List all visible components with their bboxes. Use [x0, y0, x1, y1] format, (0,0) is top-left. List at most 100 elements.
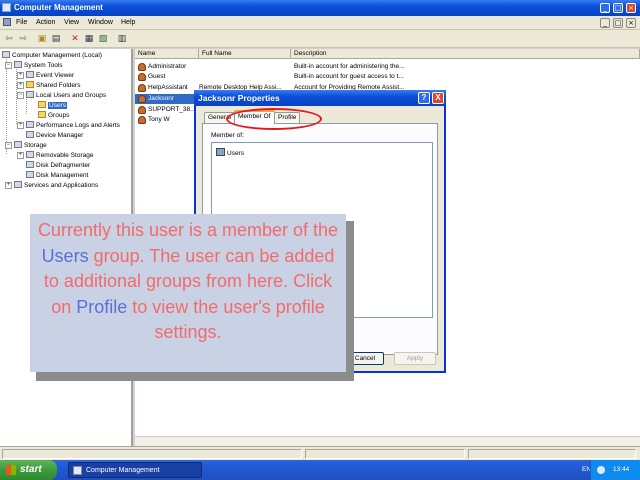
- users-groups-icon: [26, 91, 34, 98]
- tools-icon: [14, 61, 22, 68]
- forward-arrow-icon[interactable]: ⇨: [18, 34, 28, 44]
- expand-icon[interactable]: +: [17, 72, 24, 79]
- dialog-title-bar[interactable]: Jacksonr Properties: [194, 90, 446, 106]
- annotation-circle: [226, 108, 322, 130]
- menu-bar: File Action View Window Help _ □ ×: [0, 16, 640, 30]
- tree-event-viewer[interactable]: + Event Viewer: [17, 71, 74, 80]
- menu-window[interactable]: Window: [88, 19, 113, 26]
- removable-storage-icon: [26, 151, 34, 158]
- menu-file[interactable]: File: [16, 19, 27, 26]
- minimize-button[interactable]: _: [600, 3, 610, 13]
- status-pane-3: [468, 449, 636, 459]
- collapse-icon[interactable]: −: [17, 92, 24, 99]
- computer-icon: [2, 51, 10, 58]
- folder-icon: [38, 111, 46, 118]
- tree-local-users-groups[interactable]: − Local Users and Groups: [17, 91, 106, 100]
- tree-users[interactable]: Users: [38, 101, 67, 110]
- apply-button[interactable]: Apply: [394, 352, 436, 365]
- tree-groups[interactable]: Groups: [38, 111, 69, 120]
- member-of-label: Member of:: [211, 132, 244, 139]
- taskbar: start Computer Management EN 13:44: [0, 460, 640, 480]
- mdi-restore-button[interactable]: □: [613, 18, 623, 28]
- start-button[interactable]: start: [0, 460, 57, 480]
- disk-management-icon: [26, 171, 34, 178]
- collapse-icon[interactable]: −: [5, 62, 12, 69]
- show-tree-icon[interactable]: ▤: [51, 34, 61, 44]
- column-header-name[interactable]: Name: [135, 49, 199, 59]
- mdi-close-button[interactable]: ×: [626, 18, 636, 28]
- horizontal-scrollbar[interactable]: [135, 436, 640, 446]
- shared-folder-icon: [26, 81, 34, 88]
- expand-icon[interactable]: +: [17, 82, 24, 89]
- speaker-icon[interactable]: [597, 466, 605, 474]
- close-button[interactable]: ×: [626, 3, 636, 13]
- computer-management-app-icon: [2, 3, 11, 12]
- callout-text: Currently this user is a member of the U…: [37, 220, 339, 342]
- tree-shared-folders[interactable]: + Shared Folders: [17, 81, 80, 90]
- clock: 13:44: [613, 466, 630, 473]
- mdi-minimize-button[interactable]: _: [600, 18, 610, 28]
- user-icon: [138, 73, 146, 81]
- list-item[interactable]: Users: [216, 148, 244, 157]
- delete-icon[interactable]: ✕: [70, 34, 80, 44]
- event-viewer-icon: [26, 71, 34, 78]
- tree-storage[interactable]: − Storage: [5, 141, 47, 150]
- column-header-description[interactable]: Description: [291, 49, 640, 59]
- expand-icon[interactable]: +: [5, 182, 12, 189]
- window-title: Computer Management: [14, 3, 103, 12]
- mdi-window-icon[interactable]: [3, 18, 11, 26]
- callout-users-highlight: Users: [41, 245, 89, 266]
- export-icon[interactable]: ▥: [117, 34, 127, 44]
- services-icon: [14, 181, 22, 188]
- tree-device-manager[interactable]: Device Manager: [26, 131, 83, 140]
- dialog-help-button[interactable]: ?: [418, 92, 430, 104]
- performance-icon: [26, 121, 34, 128]
- toolbar: ⇦ ⇨ ▣ ▤ ✕ ▦ ▧ ▥: [0, 30, 640, 48]
- maximize-button[interactable]: □: [613, 3, 623, 13]
- group-icon: [216, 148, 225, 156]
- computer-management-app-icon: [73, 466, 82, 475]
- status-pane-1: [2, 449, 302, 459]
- tree-disk-defragmenter[interactable]: Disk Defragmenter: [26, 161, 90, 170]
- back-arrow-icon[interactable]: ⇦: [4, 34, 14, 44]
- main-title-bar[interactable]: Computer Management _ □ ×: [0, 0, 640, 16]
- table-row[interactable]: Guest Built-in account for guest access t…: [135, 72, 435, 82]
- expand-icon[interactable]: +: [17, 122, 24, 129]
- refresh-icon[interactable]: ▧: [98, 34, 108, 44]
- menu-action[interactable]: Action: [36, 19, 55, 26]
- up-folder-icon[interactable]: ▣: [37, 34, 47, 44]
- folder-icon: [38, 101, 46, 108]
- storage-icon: [14, 141, 22, 148]
- tree-root[interactable]: Computer Management (Local): [2, 51, 102, 60]
- group-name: Users: [227, 150, 244, 157]
- dialog-close-button[interactable]: X: [432, 92, 444, 104]
- tree-services-applications[interactable]: + Services and Applications: [5, 181, 98, 190]
- menu-view[interactable]: View: [64, 19, 79, 26]
- table-row-selected[interactable]: Jacksonr: [135, 94, 195, 104]
- disabled-user-icon: [138, 106, 146, 114]
- device-manager-icon: [26, 131, 34, 138]
- tree-system-tools[interactable]: − System Tools: [5, 61, 63, 70]
- expand-icon[interactable]: +: [17, 152, 24, 159]
- dialog-title: Jacksonr Properties: [198, 93, 280, 103]
- tree-disk-management[interactable]: Disk Management: [26, 171, 88, 180]
- status-bar: [0, 446, 640, 460]
- user-icon: [138, 116, 146, 124]
- tutorial-callout: Currently this user is a member of the U…: [30, 214, 346, 372]
- windows-logo-icon: [6, 465, 16, 475]
- system-tray: 13:44: [590, 460, 640, 480]
- user-icon: [138, 84, 146, 92]
- column-header-full-name[interactable]: Full Name: [199, 49, 291, 59]
- status-pane-2: [305, 449, 465, 459]
- defragmenter-icon: [26, 161, 34, 168]
- table-row[interactable]: Administrator Built-in account for admini…: [135, 62, 435, 72]
- tree-removable-storage[interactable]: + Removable Storage: [17, 151, 93, 160]
- taskbar-item-computer-management[interactable]: Computer Management: [68, 462, 202, 478]
- collapse-icon[interactable]: −: [5, 142, 12, 149]
- tree-performance-logs[interactable]: + Performance Logs and Alerts: [17, 121, 120, 130]
- user-icon: [138, 95, 146, 103]
- menu-help[interactable]: Help: [121, 19, 135, 26]
- properties-icon[interactable]: ▦: [84, 34, 94, 44]
- user-icon: [138, 63, 146, 71]
- callout-profile-highlight: Profile: [76, 296, 128, 317]
